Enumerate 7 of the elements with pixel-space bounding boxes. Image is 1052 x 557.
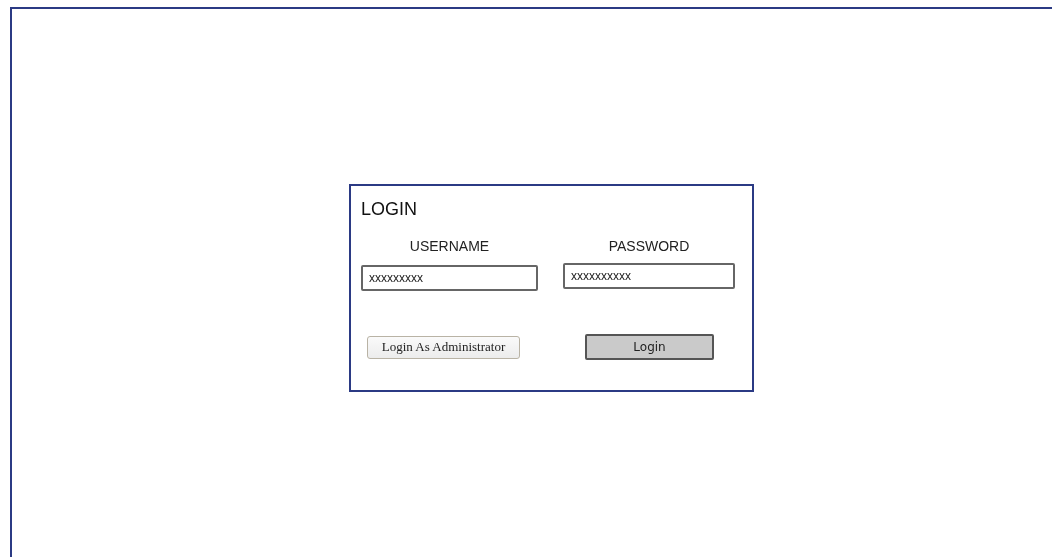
login-button[interactable]: Login: [585, 334, 714, 360]
admin-login-button[interactable]: Login As Administrator: [367, 335, 520, 359]
password-field[interactable]: xxxxxxxxxx: [563, 263, 735, 289]
field-label: PASSWORD: [607, 238, 691, 254]
login-title: LOGIN: [361, 199, 418, 220]
username-field[interactable]: xxxxxxxxx: [361, 265, 538, 291]
field-label: USERNAME: [408, 238, 491, 254]
